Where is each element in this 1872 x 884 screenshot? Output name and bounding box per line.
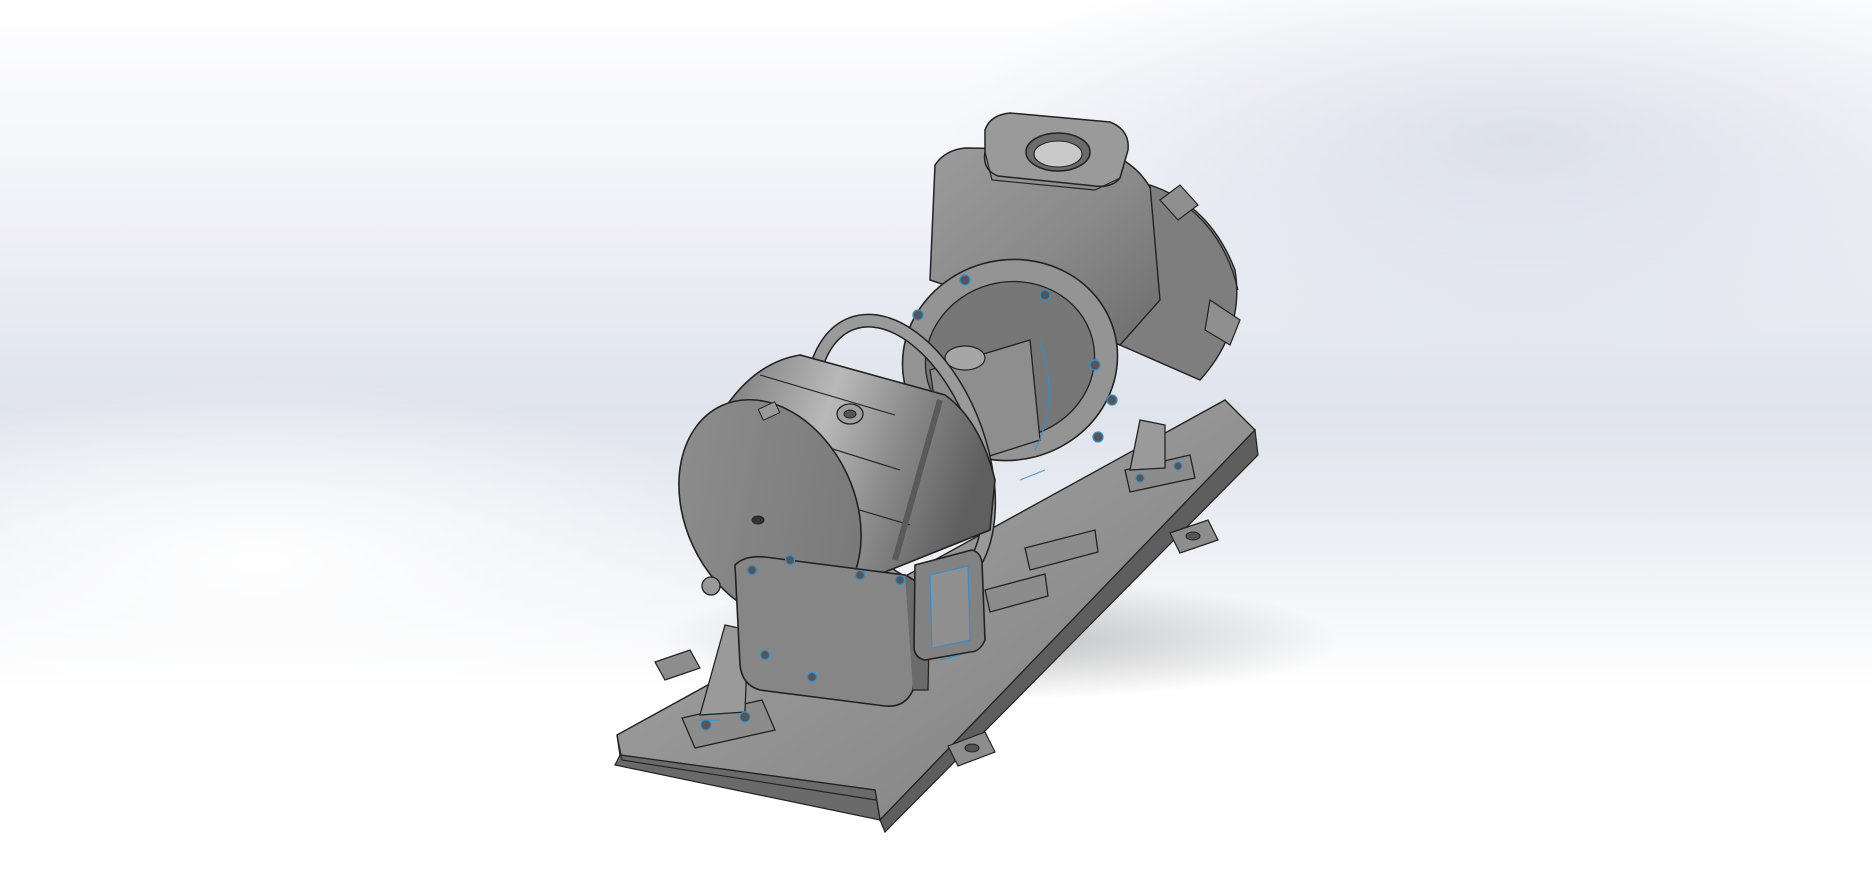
lifting-eye-bolt <box>836 403 864 425</box>
terminal-box-cover[interactable] <box>734 554 931 707</box>
pump-motor-assembly-model[interactable] <box>0 0 1872 884</box>
junction-box[interactable] <box>913 549 986 661</box>
graphics-viewport[interactable] <box>0 0 1872 884</box>
